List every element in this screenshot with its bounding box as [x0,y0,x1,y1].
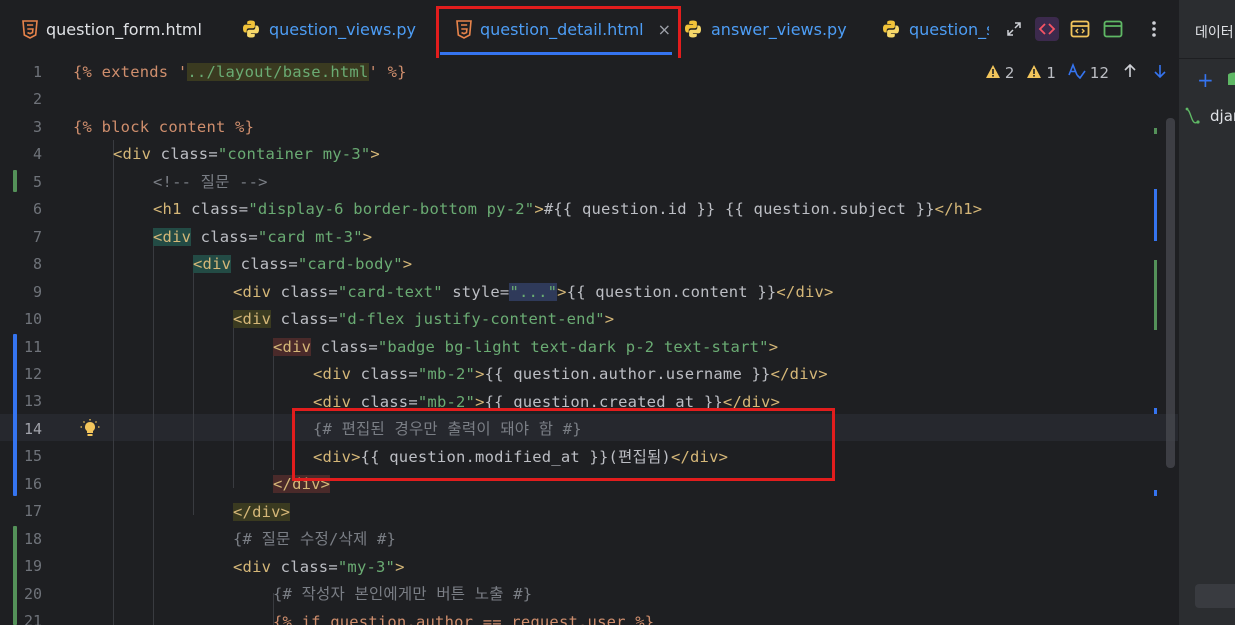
previous-highlight-arrow-icon[interactable] [1123,63,1137,82]
line-number[interactable]: 16 [0,471,42,498]
code-line-10: <div class="d-flex justify-content-end"> [233,310,615,328]
warning-count: 2 [1004,64,1015,82]
python-file-icon [881,19,901,39]
code-line-5: <!-- 질문 --> [153,173,268,191]
line-number[interactable]: 20 [0,581,42,608]
tab-label: question_views.py [269,19,417,39]
inspection-widget[interactable]: 2 1 12 [985,62,1167,83]
weak-warning-icon [1026,64,1042,83]
code-line-8: <div class="card-body"> [193,255,413,273]
datasource-item[interactable]: djan [1210,107,1235,125]
tab-label: question_detail.html [480,19,644,39]
tab-label: answer_views.py [711,19,847,39]
line-number[interactable]: 19 [0,553,42,580]
code-line-17: </div> [233,503,291,521]
current-line-highlight [0,414,1178,441]
code-line-3: {% block content %} [73,118,255,136]
line-number[interactable]: 4 [0,141,42,168]
django-datasource-icon [1183,106,1203,130]
preview-icon[interactable] [1101,17,1125,41]
tab-question-form-html[interactable]: question_form.html [22,0,202,58]
typo-icon [1068,62,1086,83]
add-data-source-icon[interactable]: + [1197,68,1214,92]
expand-icon[interactable] [1002,17,1026,41]
line-number[interactable]: 21 [0,608,42,625]
line-number[interactable]: 10 [0,306,42,333]
code-line-20: {# 작성자 본인에게만 버튼 노출 #} [273,585,533,603]
line-number[interactable]: 6 [0,196,42,223]
line-number[interactable]: 13 [0,388,42,415]
line-number[interactable]: 9 [0,279,42,306]
tab-question-detail-html[interactable]: question_detail.html × [456,0,671,58]
panel-title: 데이터 [1195,25,1234,41]
python-file-icon [683,19,703,39]
code-line-12: <div class="mb-2">{{ question.author.use… [313,365,828,383]
tab-label: question_s [909,19,989,39]
panel-scroll-thumb[interactable] [1195,584,1235,608]
vertical-scrollbar[interactable] [1166,118,1175,468]
line-number[interactable]: 11 [0,334,42,361]
lightbulb-icon[interactable] [80,419,100,439]
code-line-15: <div>{{ question.modified_at }}(편집됨)</di… [313,448,729,466]
tab-answer-views-py[interactable]: answer_views.py [683,0,847,58]
tab-label: question_form.html [46,19,202,39]
code-view-icon[interactable] [1035,17,1059,41]
html-file-icon [456,19,472,39]
code-editor[interactable]: 1 2 3 4 5 6 7 8 9 10 11 12 13 14 15 16 17 18 19 20 21 {% ext… [0,58,1178,625]
code-line-4: <div class="container my-3"> [113,145,380,163]
weak-warning-count: 1 [1046,64,1056,82]
database-icon[interactable] [1227,72,1235,92]
editor-tab-bar: question_form.html question_views.py que… [0,0,1178,59]
html-file-icon [22,19,38,39]
line-number[interactable]: 18 [0,526,42,553]
code-line-9: <div class="card-text" style="...">{{ qu… [233,283,834,301]
line-number[interactable]: 17 [0,498,42,525]
code-line-21: {% if question.author == request.user %} [273,613,655,625]
line-number[interactable]: 1 [0,59,42,86]
line-number[interactable]: 15 [0,443,42,470]
tab-question-views-py[interactable]: question_views.py [241,0,416,58]
tab-question-s[interactable]: question_s [881,0,989,58]
code-line-14: {# 편집된 경우만 출력이 돼야 함 #} [313,420,582,438]
line-number[interactable]: 8 [0,251,42,278]
next-highlight-arrow-icon[interactable] [1153,64,1167,82]
typo-count: 12 [1089,64,1109,82]
code-line-6: <h1 class="display-6 border-bottom py-2"… [153,200,983,218]
line-number[interactable]: 7 [0,224,42,251]
code-line-13: <div class="mb-2">{{ question.created_at… [313,393,781,411]
code-line-18: {# 질문 수정/삭제 #} [233,530,397,548]
line-number[interactable]: 5 [0,169,42,196]
code-line-16: </div> [273,475,331,493]
warning-icon [985,64,1001,83]
line-number[interactable]: 14 [0,416,42,443]
more-options-icon[interactable] [1142,17,1166,41]
line-number[interactable]: 2 [0,86,42,113]
close-tab-icon[interactable]: × [658,20,671,39]
active-tab-indicator [440,52,672,55]
line-number[interactable]: 12 [0,361,42,388]
split-preview-icon[interactable] [1068,17,1092,41]
code-line-1: {% extends '../layout/base.html' %} [73,63,407,81]
code-line-7: <div class="card mt-3"> [153,228,373,246]
database-tool-window: 데이터 + djan [1178,0,1235,625]
line-number[interactable]: 3 [0,114,42,141]
python-file-icon [241,19,261,39]
code-line-11: <div class="badge bg-light text-dark p-2… [273,338,779,356]
code-line-19: <div class="my-3"> [233,558,405,576]
